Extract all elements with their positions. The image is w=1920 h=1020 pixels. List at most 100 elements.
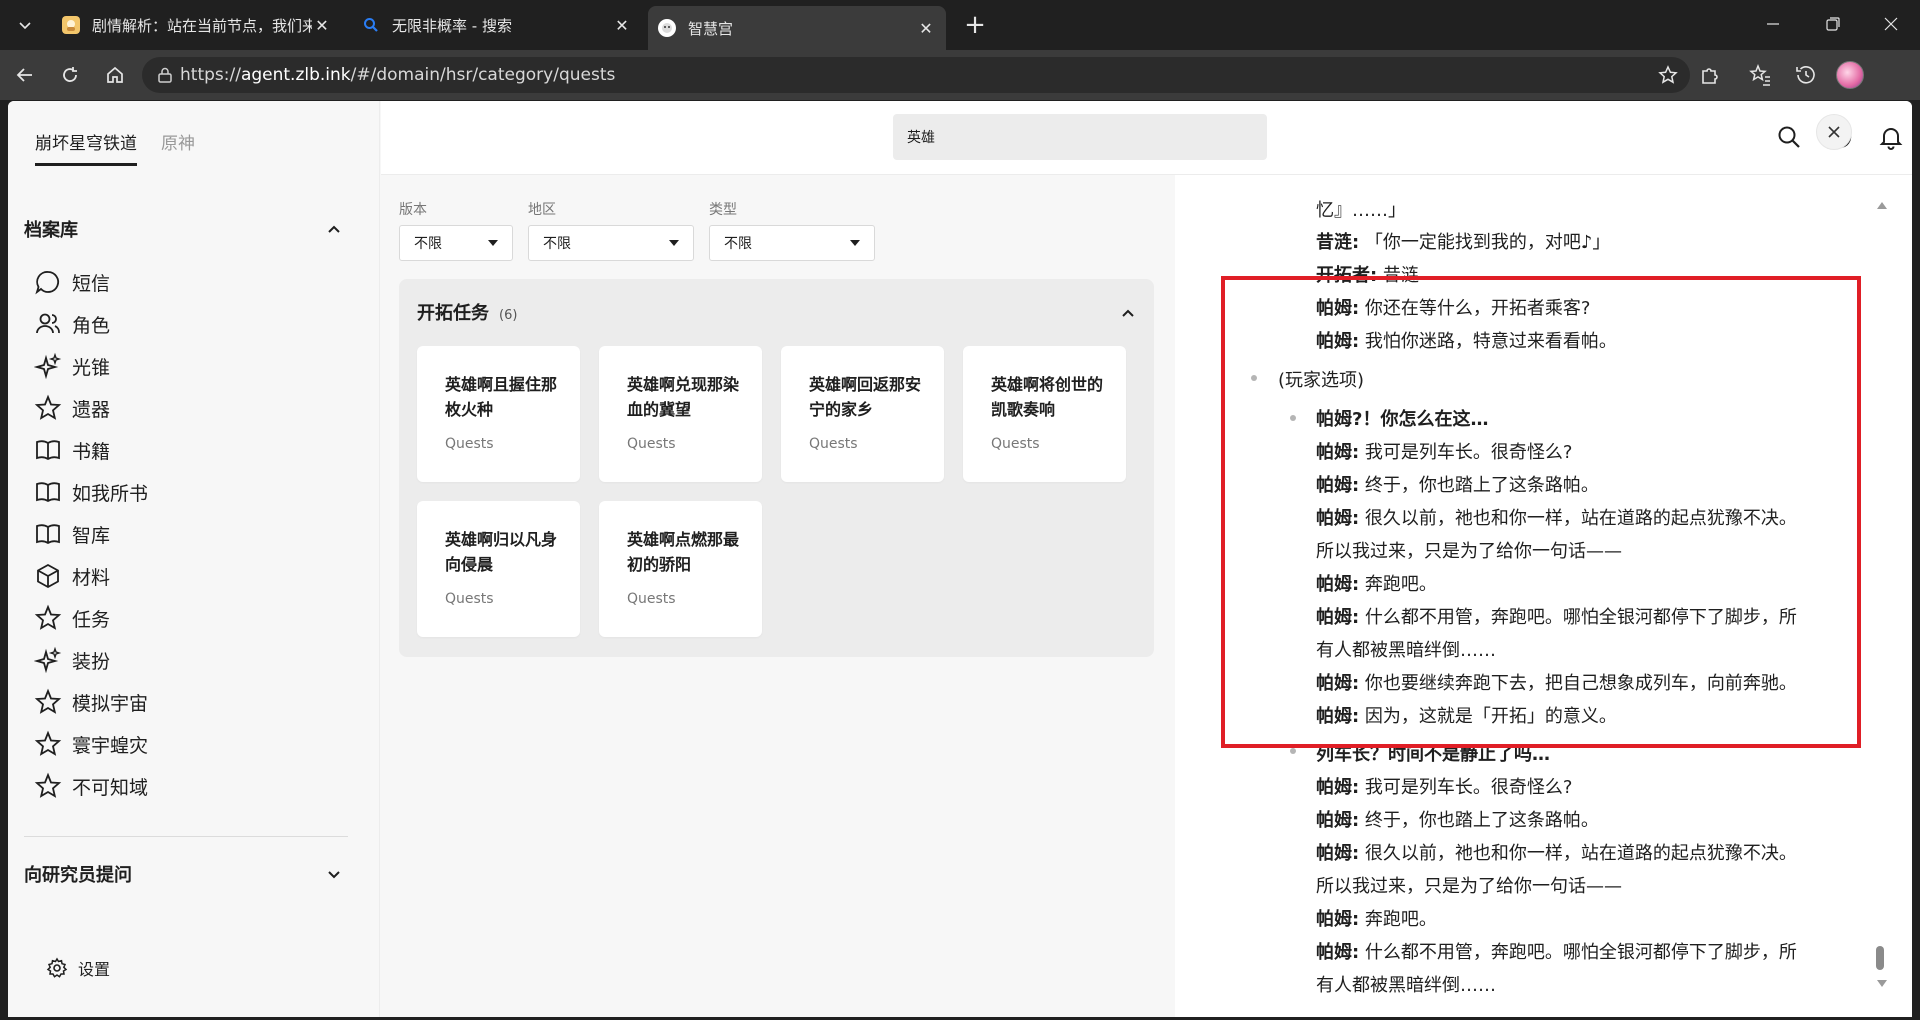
- version-select[interactable]: 不限: [399, 225, 513, 261]
- sidebar-item-as-i-write[interactable]: 如我所书: [34, 471, 148, 513]
- browser-tab-3-active[interactable]: 智慧宫 ✕: [648, 6, 946, 50]
- quest-card[interactable]: 英雄啊且握住那枚火种 Quests: [417, 346, 580, 482]
- search-input[interactable]: [893, 114, 1267, 160]
- quest-title: 英雄啊回返那安宁的家乡: [809, 375, 922, 419]
- quest-card[interactable]: 英雄啊回返那安宁的家乡 Quests: [781, 346, 944, 482]
- tab-hsr[interactable]: 崩坏星穹铁道: [35, 129, 137, 166]
- cube-icon: [37, 563, 59, 589]
- sidebar-item-relics[interactable]: 遗器: [34, 387, 148, 429]
- close-reader-button[interactable]: [1816, 114, 1852, 150]
- star-icon: [34, 394, 62, 420]
- sidebar-item-swarm-disaster[interactable]: 寰宇蝗灾: [34, 723, 148, 765]
- speaker: 帕姆:: [1316, 442, 1360, 463]
- line-text: 终于，你也踏上了这条路帕。: [1359, 475, 1599, 496]
- sidebar-item-materials[interactable]: 材料: [34, 555, 148, 597]
- dialogue-line: 帕姆: 我可是列车长。很奇怪么?: [1316, 438, 1572, 464]
- search-favicon-icon: [362, 16, 380, 34]
- reload-button[interactable]: [53, 58, 87, 92]
- sidebar-item-library[interactable]: 智库: [34, 513, 148, 555]
- chevron-up-icon[interactable]: [1120, 305, 1136, 321]
- tab-list-button[interactable]: [8, 8, 42, 42]
- chevron-down-icon: [328, 871, 340, 879]
- minimize-button[interactable]: [1744, 0, 1802, 48]
- sidebar-item-messages[interactable]: 短信: [34, 261, 148, 303]
- browser-tab-1[interactable]: 剧情解析：站在当前节点，我们来 ✕: [52, 8, 342, 42]
- settings-button[interactable]: 设置: [46, 956, 110, 980]
- line-text: 所以我过来，只是为了给你一句话——: [1316, 541, 1622, 562]
- panel-header: 开拓任务 (6): [417, 299, 517, 325]
- favorite-star-icon[interactable]: [1658, 65, 1678, 85]
- sidebar-item-label: 材料: [72, 566, 111, 589]
- history-icon[interactable]: [1794, 63, 1818, 87]
- tab-close-icon[interactable]: ✕: [612, 16, 632, 35]
- sidebar-item-light-cones[interactable]: 光锥: [34, 345, 148, 387]
- quest-card[interactable]: 英雄啊归以凡身向侵晨 Quests: [417, 501, 580, 637]
- option-heading[interactable]: 列车长？时间不是静止了吗…: [1316, 740, 1550, 766]
- quest-card[interactable]: 英雄啊兑现那染血的冀望 Quests: [599, 346, 762, 482]
- line-text: 什么都不用管，奔跑吧。哪怕全银河都停下了脚步，所: [1359, 942, 1797, 963]
- sidebar-item-label: 任务: [72, 608, 111, 631]
- sidebar-item-characters[interactable]: 角色: [34, 303, 148, 345]
- tab-close-icon[interactable]: ✕: [312, 16, 332, 35]
- line-text: 所以我过来，只是为了给你一句话——: [1316, 876, 1622, 897]
- close-window-button[interactable]: [1862, 0, 1920, 48]
- tab-close-icon[interactable]: ✕: [916, 19, 936, 38]
- scroll-up-arrow-icon[interactable]: [1877, 202, 1887, 209]
- archive-section-header[interactable]: 档案库: [24, 216, 342, 242]
- sidebar-item-outfits[interactable]: 装扮: [34, 639, 148, 681]
- speaker: 帕姆:: [1316, 673, 1360, 694]
- line-text: 终于，你也踏上了这条路帕。: [1359, 810, 1599, 831]
- quest-title: 英雄啊点燃那最初的骄阳: [627, 530, 740, 574]
- line-text: 昔涟: [1377, 265, 1419, 286]
- ask-researcher-title: 向研究员提问: [24, 865, 132, 886]
- book-icon: [36, 524, 60, 545]
- search-icon[interactable]: [1776, 124, 1802, 150]
- favorites-icon[interactable]: [1748, 63, 1772, 87]
- type-select[interactable]: 不限: [709, 225, 875, 261]
- region-select[interactable]: 不限: [528, 225, 694, 261]
- reload-icon: [63, 67, 77, 82]
- sidebar-item-unknowable-domain[interactable]: 不可知域: [34, 765, 148, 807]
- restore-button[interactable]: [1804, 0, 1862, 48]
- option-heading[interactable]: 帕姆?！你怎么在这…: [1316, 405, 1488, 431]
- new-tab-button[interactable]: +: [958, 8, 992, 42]
- speaker: 帕姆:: [1316, 607, 1360, 628]
- sidebar-item-simulated-universe[interactable]: 模拟宇宙: [34, 681, 148, 723]
- ask-researcher-header[interactable]: 向研究员提问: [24, 861, 342, 887]
- speaker: 帕姆:: [1316, 508, 1360, 529]
- line-text: 很久以前，祂也和你一样，站在道路的起点犹豫不决。: [1359, 508, 1797, 529]
- reader-scrollbar-thumb[interactable]: [1876, 946, 1884, 970]
- sidebar-item-label: 短信: [72, 272, 111, 295]
- dialogue-line: 有人都被黑暗绊倒……: [1316, 636, 1496, 662]
- settings-label: 设置: [78, 960, 111, 979]
- dialogue-line: 帕姆: 很久以前，祂也和你一样，站在道路的起点犹豫不决。: [1316, 504, 1797, 530]
- speaker: 帕姆:: [1316, 942, 1360, 963]
- browser-tab-2[interactable]: 无限非概率 - 搜索 ✕: [352, 8, 642, 42]
- quest-card[interactable]: 英雄啊将创世的凯歌奏响 Quests: [963, 346, 1126, 482]
- sidebar-item-books[interactable]: 书籍: [34, 429, 148, 471]
- dialogue-line: 忆』……」: [1316, 196, 1406, 222]
- filter-type: 类型 不限: [709, 199, 875, 261]
- sidebar-item-quests[interactable]: 任务: [34, 597, 148, 639]
- address-bar[interactable]: https://agent.zlb.ink/#/domain/hsr/categ…: [142, 57, 1690, 93]
- speaker: 帕姆:: [1316, 810, 1360, 831]
- tab-genshin[interactable]: 原神: [161, 129, 195, 166]
- sidebar-item-label: 装扮: [72, 650, 111, 673]
- bell-icon[interactable]: [1878, 124, 1904, 150]
- dialogue-line: 帕姆: 你也要继续奔跑下去，把自己想象成列车，向前奔驰。: [1316, 669, 1797, 695]
- list-bullet: [1251, 375, 1257, 381]
- home-button[interactable]: [98, 58, 132, 92]
- line-text: 什么都不用管，奔跑吧。哪怕全银河都停下了脚步，所: [1359, 607, 1797, 628]
- book-icon: [36, 482, 60, 503]
- profile-avatar[interactable]: [1836, 61, 1864, 89]
- quest-card[interactable]: 英雄啊点燃那最初的骄阳 Quests: [599, 501, 762, 637]
- back-button[interactable]: [8, 58, 42, 92]
- sparkle-icon: [34, 352, 62, 380]
- select-value: 不限: [543, 236, 571, 252]
- sidebar-item-label: 如我所书: [72, 482, 149, 505]
- scroll-down-arrow-icon[interactable]: [1877, 980, 1887, 987]
- quest-cards: 英雄啊且握住那枚火种 Quests 英雄啊兑现那染血的冀望 Quests 英雄啊回返…: [417, 346, 1126, 637]
- extensions-puzzle-icon[interactable]: [1698, 63, 1722, 87]
- caret-down-icon: [850, 240, 860, 246]
- dialogue-line: 开拓者: 昔涟: [1316, 261, 1419, 287]
